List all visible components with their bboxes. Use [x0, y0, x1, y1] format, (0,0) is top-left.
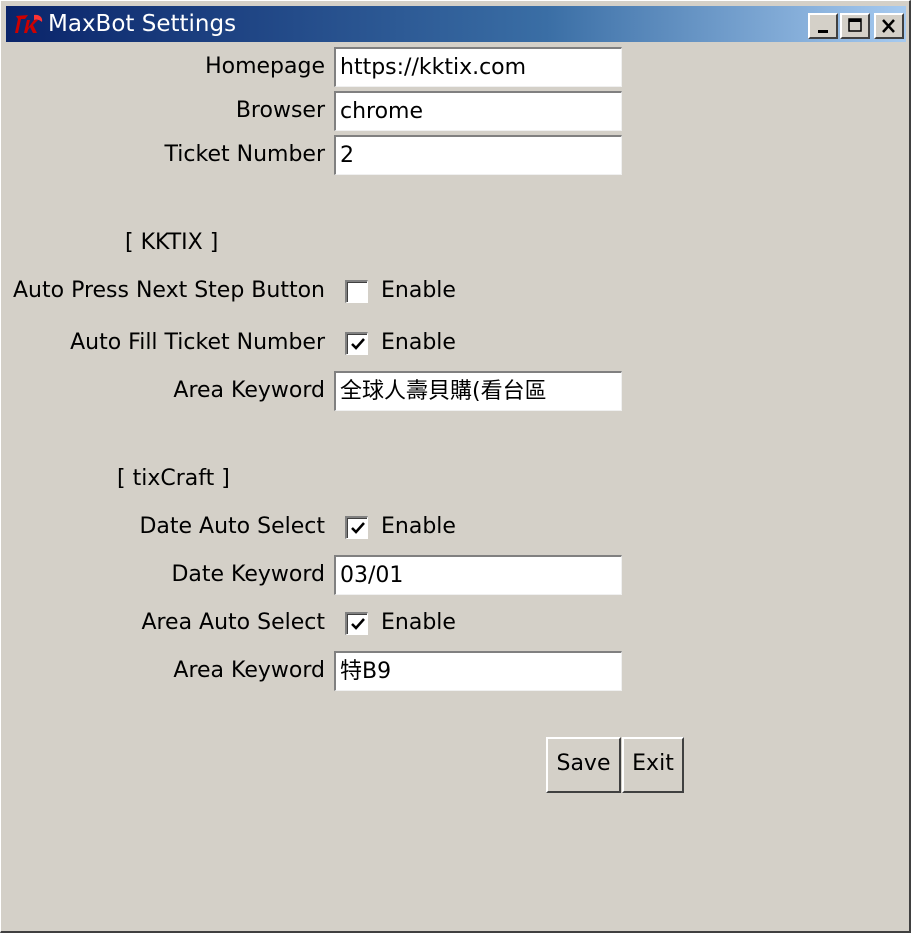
date-keyword-label: Date Keyword [171, 562, 325, 587]
area-auto-select-option[interactable]: Enable [381, 609, 456, 637]
tixcraft-section-header: [ tixCraft ] [117, 466, 230, 491]
title-bar[interactable]: MaxBot Settings [6, 6, 906, 42]
tixcraft-area-keyword-input[interactable]: 特B9 [334, 651, 622, 691]
maximize-button[interactable] [840, 13, 870, 39]
exit-button[interactable]: Exit [622, 737, 684, 793]
maximize-icon [848, 18, 862, 32]
auto-press-next-checkbox[interactable] [345, 280, 368, 303]
tixcraft-area-keyword-label: Area Keyword [173, 658, 325, 683]
checkmark-icon [351, 522, 365, 534]
tk-feather-icon [14, 12, 44, 36]
kktix-area-keyword-label: Area Keyword [173, 378, 325, 403]
auto-fill-ticket-option[interactable]: Enable [381, 329, 456, 357]
browser-label: Browser [235, 98, 325, 123]
area-auto-select-checkbox[interactable] [345, 612, 368, 635]
homepage-input[interactable]: https://kktix.com [334, 47, 622, 87]
date-keyword-value: 03/01 [340, 563, 404, 588]
window-title: MaxBot Settings [48, 11, 237, 37]
date-auto-select-label: Date Auto Select [139, 514, 325, 539]
date-auto-select-option[interactable]: Enable [381, 513, 456, 541]
homepage-label: Homepage [205, 54, 325, 79]
area-auto-select-label: Area Auto Select [141, 610, 325, 635]
auto-fill-ticket-checkbox[interactable] [345, 332, 368, 355]
minimize-icon [818, 30, 828, 33]
checkmark-icon [351, 618, 365, 630]
browser-input[interactable]: chrome [334, 91, 622, 131]
tixcraft-area-keyword-value: 特B9 [340, 659, 392, 684]
close-icon [882, 19, 895, 33]
save-button[interactable]: Save [546, 737, 621, 793]
auto-press-next-label: Auto Press Next Step Button [13, 278, 325, 303]
ticket-number-label: Ticket Number [164, 142, 325, 167]
kktix-area-keyword-value: 全球人壽貝購(看台區 [340, 379, 547, 404]
close-button[interactable] [874, 13, 904, 39]
auto-fill-ticket-label: Auto Fill Ticket Number [70, 330, 325, 355]
ticket-number-input[interactable]: 2 [334, 135, 622, 175]
auto-press-next-option[interactable]: Enable [381, 277, 456, 305]
kktix-section-header: [ KKTIX ] [125, 230, 219, 255]
browser-value: chrome [340, 99, 424, 124]
settings-window: MaxBot Settings Homepage https://kktix.c… [0, 0, 911, 933]
homepage-value: https://kktix.com [340, 55, 527, 80]
date-auto-select-checkbox[interactable] [345, 516, 368, 539]
kktix-area-keyword-input[interactable]: 全球人壽貝購(看台區 [334, 371, 622, 411]
checkmark-icon [351, 338, 365, 350]
minimize-button[interactable] [808, 13, 838, 39]
date-keyword-input[interactable]: 03/01 [334, 555, 622, 595]
ticket-number-value: 2 [340, 143, 354, 168]
